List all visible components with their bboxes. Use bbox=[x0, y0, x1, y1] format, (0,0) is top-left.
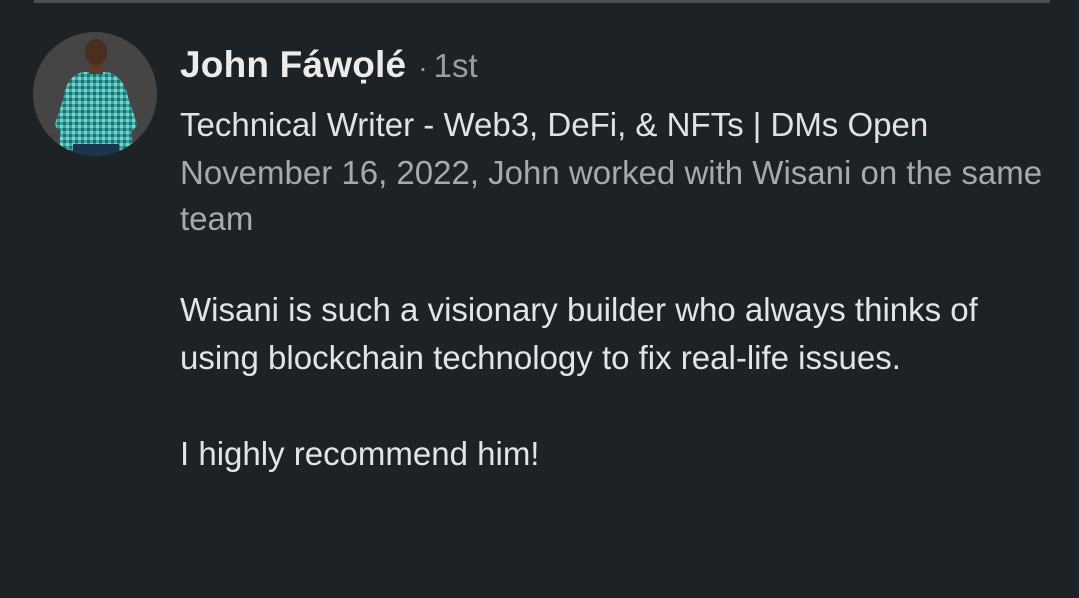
author-avatar[interactable] bbox=[33, 32, 157, 156]
recommendation-content: John Fáwọlé · 1st Technical Writer - Web… bbox=[180, 44, 1060, 478]
author-row: John Fáwọlé · 1st bbox=[180, 44, 1060, 94]
connection-degree: 1st bbox=[433, 47, 478, 84]
recommendation-meta: November 16, 2022, John worked with Wisa… bbox=[180, 154, 1043, 237]
recommendation-text: Wisani is such a visionary builder who a… bbox=[180, 291, 978, 376]
author-name[interactable]: John Fáwọlé bbox=[180, 44, 406, 86]
recommendation-closing: I highly recommend him! bbox=[180, 435, 540, 472]
profile-photo-icon bbox=[33, 32, 157, 156]
top-divider bbox=[34, 0, 1050, 3]
separator-dot: · bbox=[418, 52, 428, 83]
author-headline: Technical Writer - Web3, DeFi, & NFTs | … bbox=[180, 106, 929, 143]
